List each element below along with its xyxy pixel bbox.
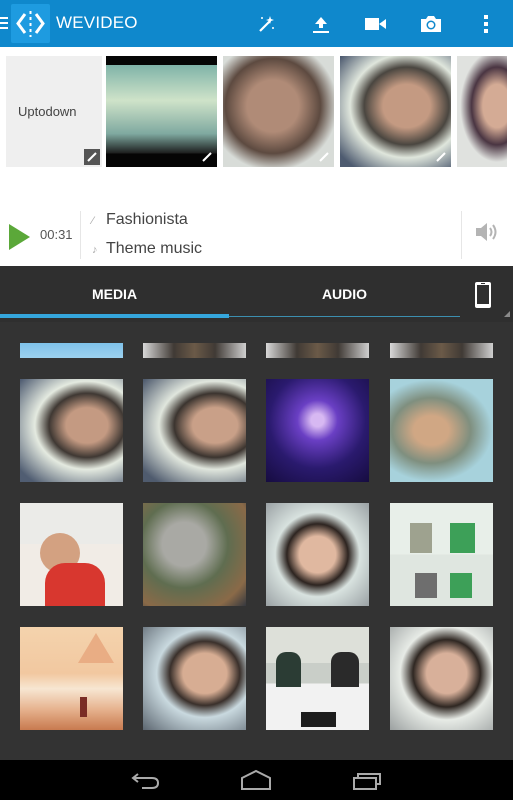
home-icon[interactable] <box>240 768 272 797</box>
edit-pencil-icon[interactable] <box>316 149 332 165</box>
magic-wand-icon[interactable] <box>252 10 280 38</box>
media-item[interactable] <box>266 379 369 482</box>
play-button[interactable] <box>9 224 30 250</box>
speaker-icon[interactable] <box>474 221 500 248</box>
hamburger-icon[interactable] <box>0 17 8 30</box>
media-grid <box>0 322 513 760</box>
back-icon[interactable] <box>130 768 162 797</box>
media-item[interactable] <box>390 343 493 358</box>
media-item[interactable] <box>390 627 493 730</box>
timeline-clip-title[interactable]: Uptodown <box>6 56 102 167</box>
phone-icon[interactable] <box>474 281 492 314</box>
media-item[interactable] <box>266 503 369 606</box>
media-item[interactable] <box>143 343 246 358</box>
timeline-clip[interactable] <box>457 56 507 167</box>
media-item[interactable] <box>143 379 246 482</box>
edit-pencil-icon[interactable] <box>433 149 449 165</box>
media-item[interactable] <box>20 503 123 606</box>
wevideo-logo-icon[interactable] <box>11 4 50 43</box>
timeline-clip[interactable] <box>340 56 451 167</box>
active-tab-indicator <box>0 314 229 318</box>
upload-icon[interactable] <box>307 10 335 38</box>
theme-row[interactable]: ⁄ Fashionista <box>92 211 188 229</box>
tab-audio[interactable]: AUDIO <box>229 286 460 302</box>
app-title: WEVIDEO <box>56 13 138 32</box>
media-item[interactable] <box>390 379 493 482</box>
timeline-strip: Uptodown <box>0 47 513 197</box>
recent-apps-icon[interactable] <box>352 768 382 797</box>
music-label: Theme music <box>106 240 203 257</box>
playback-bar: 00:31 ⁄ Fashionista ♪ Theme music <box>0 197 513 266</box>
media-item[interactable] <box>20 627 123 730</box>
edit-pencil-icon[interactable] <box>84 149 100 165</box>
music-row[interactable]: ♪ Theme music <box>92 240 202 258</box>
media-item[interactable] <box>143 503 246 606</box>
media-item[interactable] <box>390 503 493 606</box>
music-note-icon: ♪ <box>92 244 98 256</box>
video-camera-icon[interactable] <box>362 10 390 38</box>
resize-corner-icon <box>504 311 510 317</box>
tab-media[interactable]: MEDIA <box>0 286 229 302</box>
duration-label: 00:31 <box>40 227 73 242</box>
media-item[interactable] <box>20 343 123 358</box>
more-vertical-icon[interactable] <box>472 10 500 38</box>
media-item[interactable] <box>20 379 123 482</box>
edit-pencil-icon[interactable] <box>199 149 215 165</box>
magic-wand-icon: ⁄ <box>92 215 94 227</box>
timeline-clip[interactable] <box>223 56 334 167</box>
tab-underline <box>229 316 460 317</box>
system-navigation-bar <box>0 760 513 800</box>
media-item[interactable] <box>266 627 369 730</box>
theme-label: Fashionista <box>106 211 188 228</box>
media-item[interactable] <box>143 627 246 730</box>
action-bar: WEVIDEO <box>0 0 513 47</box>
divider <box>80 211 81 259</box>
timeline-clip[interactable] <box>106 56 217 167</box>
media-item[interactable] <box>266 343 369 358</box>
clip-caption: Uptodown <box>18 104 77 119</box>
camera-icon[interactable] <box>417 10 445 38</box>
divider <box>461 211 462 259</box>
